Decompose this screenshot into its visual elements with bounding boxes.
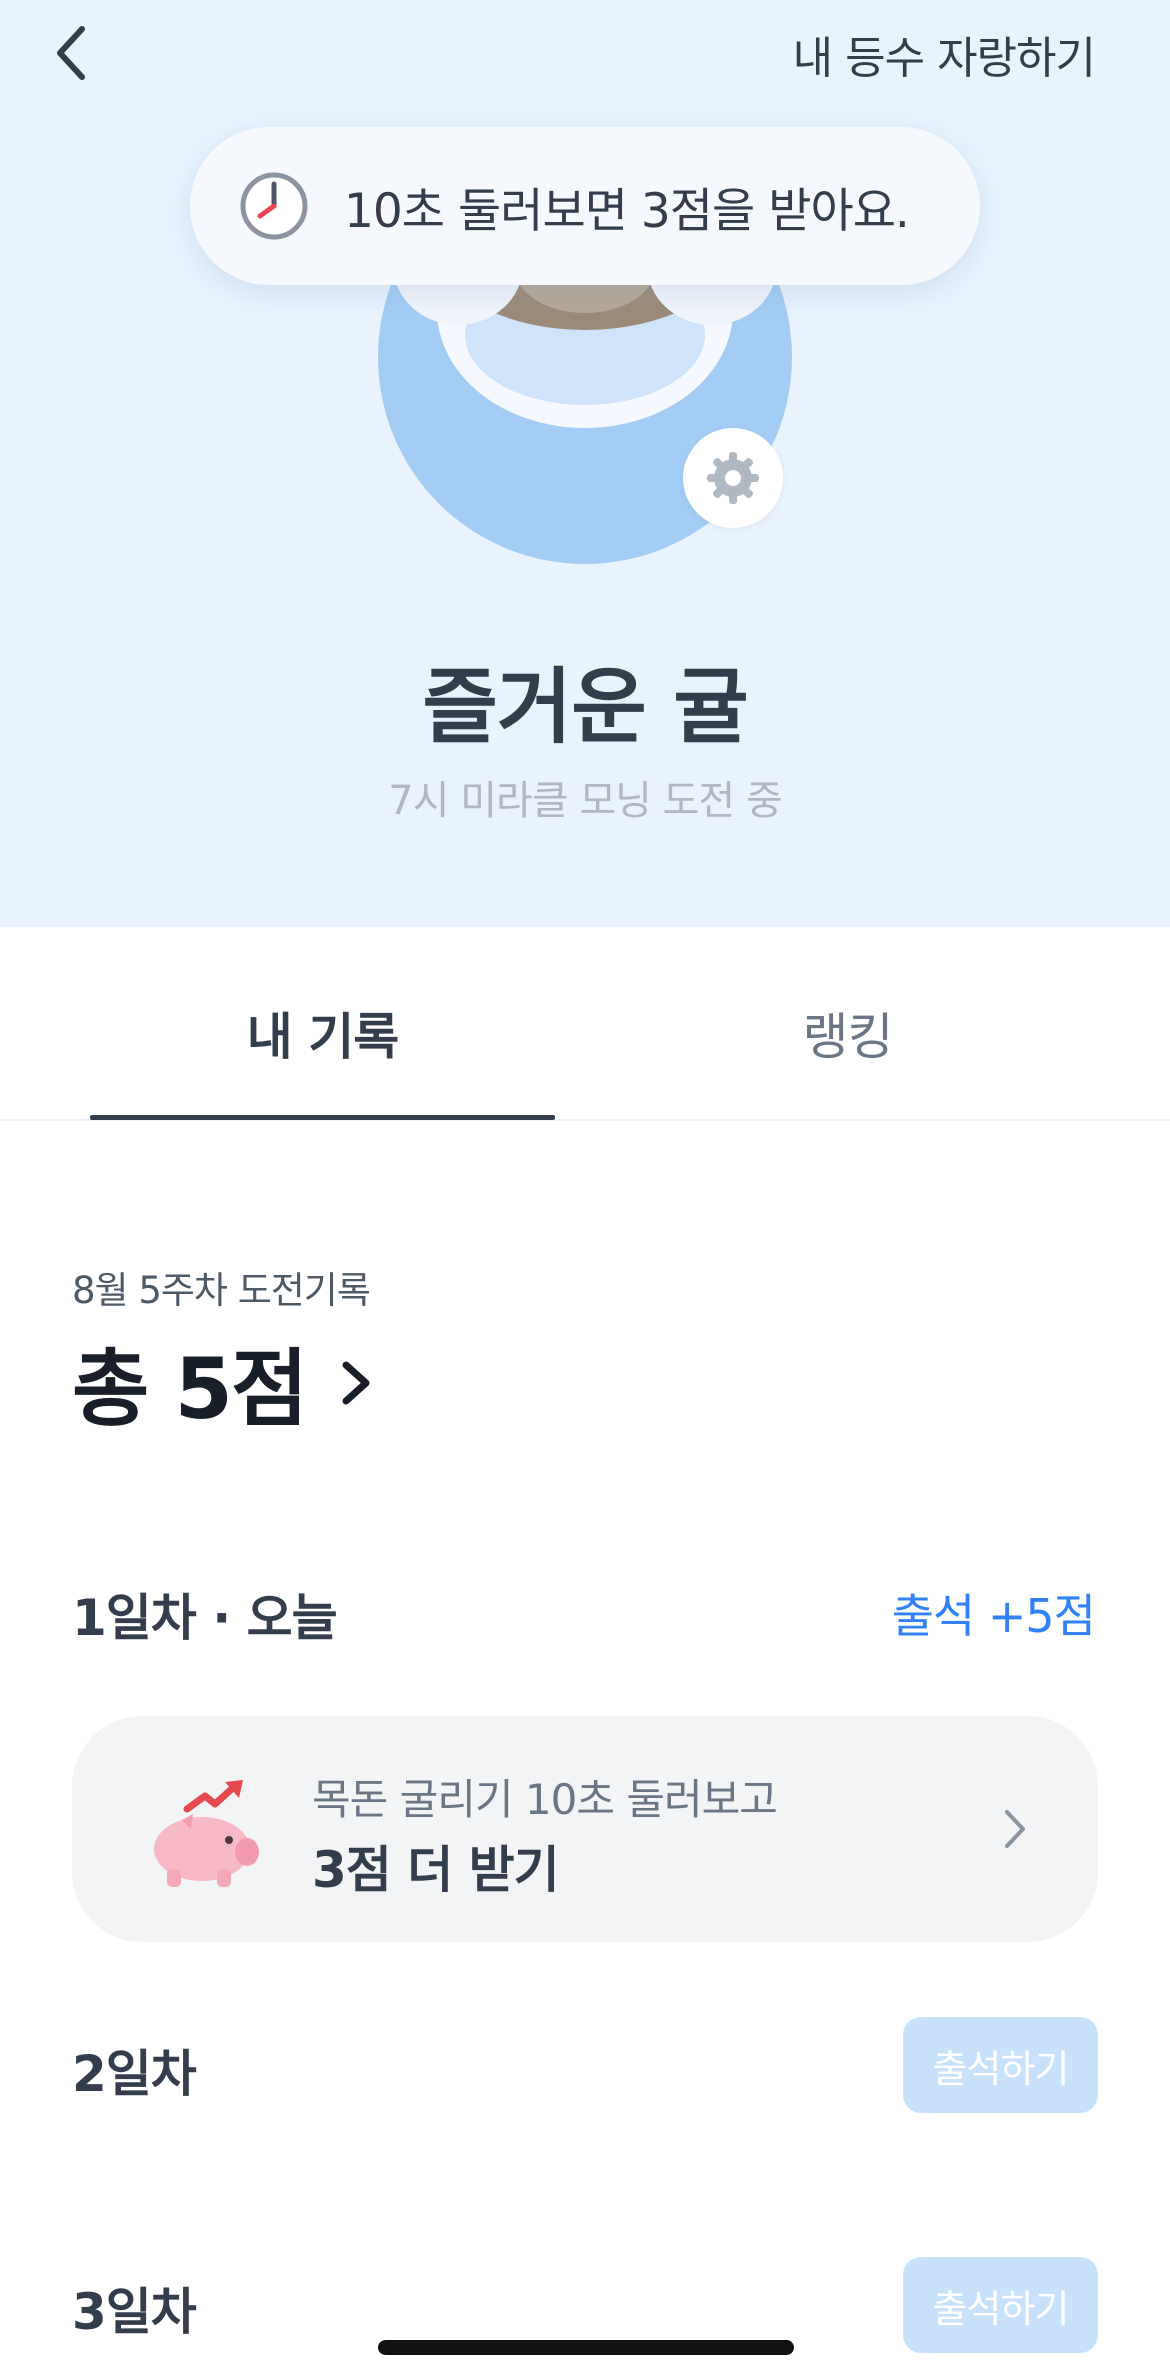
day-2-attend-button[interactable]: 출석하기 bbox=[903, 2017, 1098, 2113]
home-indicator bbox=[378, 2340, 794, 2355]
bonus-points-card[interactable]: 목돈 굴리기 10초 둘러보고 3점 더 받기 bbox=[72, 1716, 1098, 1942]
profile-status: 7시 미라클 모닝 도전 중 bbox=[388, 778, 783, 824]
day-3-attend-button[interactable]: 출석하기 bbox=[903, 2257, 1098, 2353]
settings-button[interactable] bbox=[683, 428, 783, 528]
piggy-bank-icon bbox=[154, 1780, 259, 1887]
bonus-card-title: 3점 더 받기 bbox=[312, 1841, 560, 1899]
profile-header: 내 등수 자랑하기 10초 둘러보면 3점을 받아요. 즐거운 귤 7시 미라클… bbox=[0, 0, 1170, 927]
day-2-title: 2일차 bbox=[72, 2045, 197, 2103]
day-1-earned-label: 출석 +5점 bbox=[891, 1589, 1096, 1643]
active-tab-indicator bbox=[90, 1115, 555, 1120]
total-score-label: 총 5점 bbox=[72, 1340, 308, 1438]
reward-toast: 10초 둘러보면 3점을 받아요. bbox=[190, 127, 980, 285]
profile-nickname: 즐거운 귤 bbox=[422, 660, 748, 755]
back-button[interactable] bbox=[40, 18, 100, 88]
day-3-title: 3일차 bbox=[72, 2283, 197, 2341]
toast-message: 10초 둘러보면 3점을 받아요. bbox=[344, 183, 910, 239]
tab-ranking[interactable]: 랭킹 bbox=[570, 997, 1125, 1069]
clock-icon bbox=[240, 172, 308, 240]
chevron-right-icon bbox=[1005, 1810, 1025, 1848]
chevron-right-icon bbox=[342, 1361, 370, 1404]
day-1-title: 1일차 · 오늘 bbox=[72, 1589, 338, 1647]
brag-rank-link[interactable]: 내 등수 자랑하기 bbox=[793, 22, 1096, 86]
gear-icon bbox=[707, 452, 759, 504]
total-score-button[interactable]: 총 5점 bbox=[72, 1322, 376, 1443]
tab-my-record[interactable]: 내 기록 bbox=[45, 997, 600, 1069]
tab-bar: 내 기록 랭킹 bbox=[0, 927, 1170, 1121]
chevron-left-icon bbox=[57, 26, 85, 80]
bonus-card-subtitle: 목돈 굴리기 10초 둘러보고 bbox=[312, 1775, 778, 1824]
week-label: 8월 5주차 도전기록 bbox=[72, 1269, 371, 1312]
